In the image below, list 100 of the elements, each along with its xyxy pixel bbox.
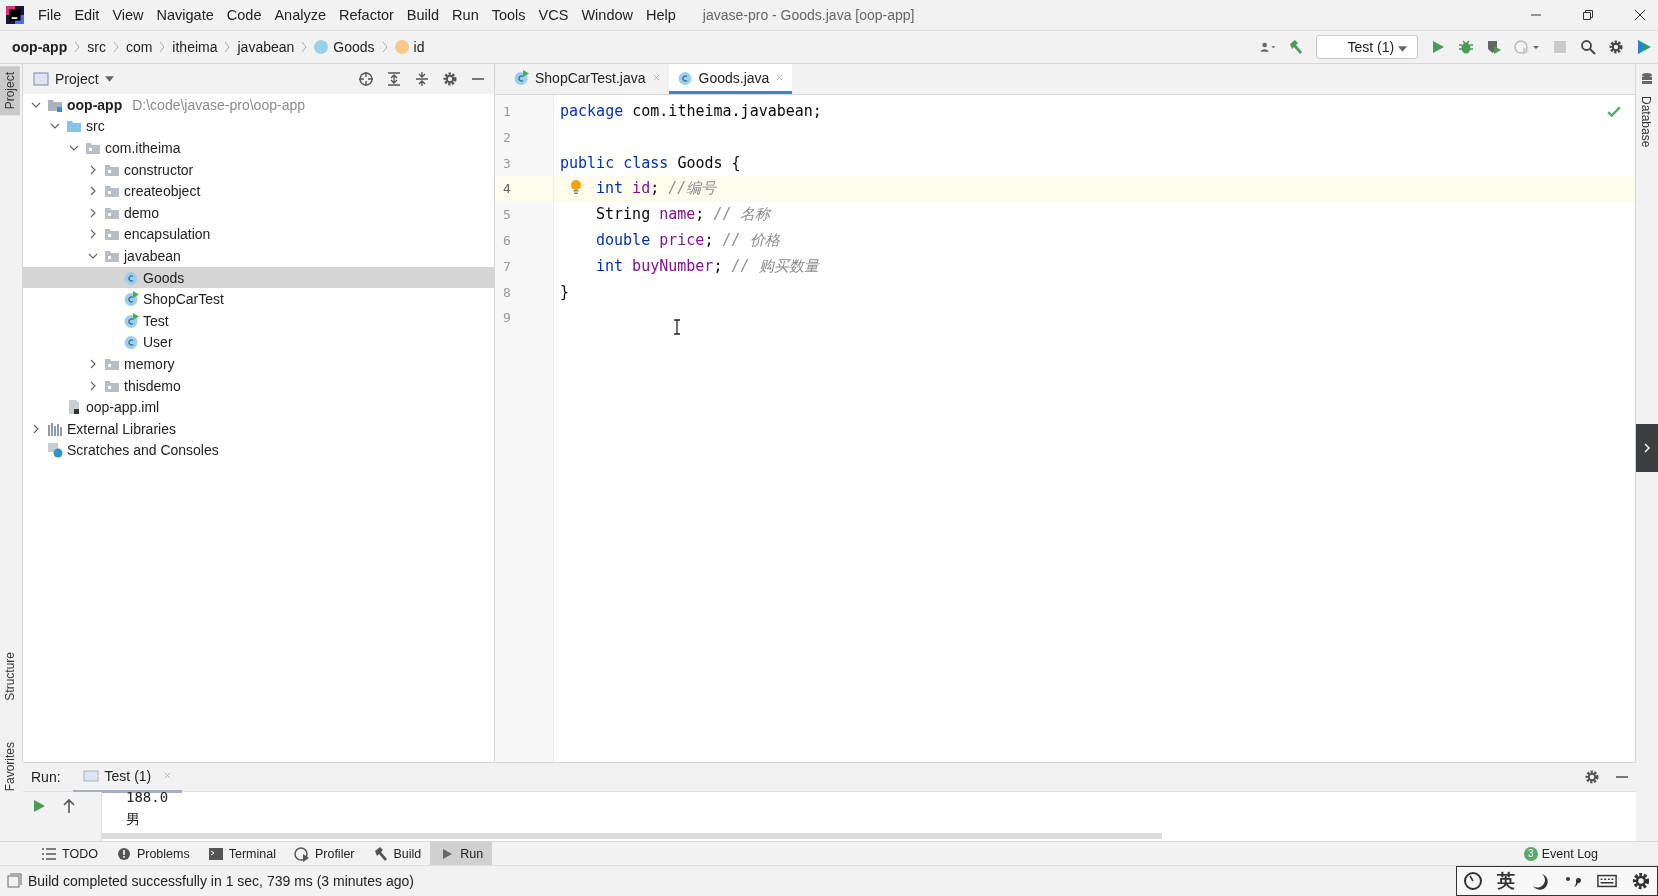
editor-tab[interactable]: ShopCarTest.java (505, 64, 669, 94)
settings-icon[interactable] (442, 71, 458, 87)
chevron-right-icon[interactable] (88, 380, 98, 391)
tool-window-tab[interactable]: Build (363, 842, 431, 865)
tree-item[interactable]: memory (23, 353, 494, 375)
settings-icon[interactable] (1631, 871, 1651, 891)
tree-item[interactable]: ShopCarTest (23, 288, 494, 310)
coverage-icon[interactable] (1486, 39, 1502, 55)
code-line: double price; // 价格 (596, 231, 780, 249)
hammer-icon (372, 845, 389, 862)
bug-icon[interactable] (1458, 39, 1474, 55)
side-tab[interactable]: Project (0, 66, 20, 116)
status-message: Build completed successfully in 1 sec, 739 ms (3 minutes ago) (28, 873, 414, 889)
scrollbar[interactable] (102, 833, 1162, 839)
breadcrumb-item[interactable]: id (413, 39, 425, 55)
tree-item[interactable]: Scratches and Consoles (23, 439, 494, 462)
menu-item[interactable]: VCS (538, 7, 569, 23)
restore-icon[interactable] (1582, 9, 1594, 21)
tree-item[interactable]: demo (23, 201, 494, 224)
breadcrumb-item[interactable]: com (125, 39, 153, 55)
code-line: public class Goods { (560, 153, 741, 172)
chevron-right-icon[interactable] (88, 186, 98, 197)
menu-item[interactable]: Code (226, 7, 262, 23)
tree-item[interactable]: com.itheima (23, 137, 494, 159)
menu-item[interactable]: Tools (491, 7, 526, 23)
menu-item[interactable]: Help (646, 7, 676, 23)
tree-item[interactable]: createobject (23, 180, 494, 202)
collapse-all-icon[interactable] (414, 71, 430, 87)
chevron-right-icon[interactable] (88, 164, 98, 175)
side-tab[interactable]: Structure (0, 646, 20, 707)
plugin-logo-icon[interactable] (1636, 39, 1652, 55)
tree-item-label: demo (124, 204, 160, 221)
chevron-right-icon (112, 41, 119, 53)
line-number: 3 (502, 154, 512, 173)
expand-all-icon[interactable] (386, 71, 402, 87)
expand-handle[interactable] (1636, 424, 1658, 472)
close-icon[interactable] (1634, 9, 1646, 21)
panel-title[interactable]: Project (55, 71, 99, 87)
chevron-right-icon[interactable] (88, 358, 98, 369)
tree-item[interactable]: Test (23, 309, 494, 332)
menu-item[interactable]: Edit (74, 7, 100, 23)
run-icon[interactable] (1430, 39, 1446, 55)
window-icon (82, 767, 99, 784)
gauge-icon[interactable] (1463, 871, 1483, 891)
line-number: 7 (502, 257, 512, 276)
rerun-icon[interactable] (31, 798, 47, 814)
side-tab[interactable]: Database (1636, 90, 1656, 154)
lightbulb-icon[interactable] (570, 179, 582, 196)
tool-window-tab[interactable]: Terminal (198, 842, 285, 865)
menu-item[interactable]: Run (452, 7, 479, 23)
tree-item-label: constructor (124, 161, 194, 178)
tool-window-tab[interactable]: Problems (106, 842, 199, 865)
tree-item[interactable]: javabean (23, 245, 494, 267)
editor-tab[interactable]: Goods.java (668, 64, 793, 94)
tree-item[interactable]: oop-app.iml (23, 396, 494, 418)
breadcrumb-item[interactable]: Goods (333, 39, 375, 55)
caret-icon[interactable] (104, 76, 114, 82)
menu-item[interactable]: Window (581, 7, 633, 23)
side-tab[interactable]: Favorites (0, 736, 20, 798)
tree-item[interactable]: Goods (23, 266, 494, 289)
terminal-icon (207, 845, 224, 862)
menu-item[interactable]: Analyze (274, 7, 327, 23)
tree-item[interactable]: constructor (23, 158, 494, 181)
tool-window-tab[interactable]: Profiler (284, 842, 364, 865)
menu-item[interactable]: Navigate (156, 7, 214, 23)
breadcrumb-item[interactable]: oop-app (12, 39, 68, 55)
tree-item[interactable]: encapsulation (23, 223, 494, 246)
up-arrow-icon[interactable] (61, 798, 77, 814)
tree-item-label: Scratches and Consoles (67, 442, 219, 459)
chevron-right-icon (301, 41, 308, 53)
code-line: package com.itheima.javabean; (560, 102, 822, 120)
menu-item[interactable]: File (38, 7, 62, 23)
tree-item-label: Test (143, 312, 169, 329)
menu-item[interactable]: Refactor (339, 7, 394, 23)
tree-item[interactable]: External Libraries (23, 417, 494, 440)
breadcrumb-item[interactable]: itheima (172, 39, 218, 55)
breadcrumb-item[interactable]: src (87, 39, 106, 55)
hammer-icon[interactable] (1288, 39, 1305, 55)
menu-item[interactable]: Build (406, 7, 440, 23)
tree-item[interactable]: thisdemo (23, 374, 494, 397)
menu-item[interactable]: View (112, 7, 144, 23)
tree-item-label: External Libraries (67, 420, 176, 437)
tree-item[interactable]: src (23, 115, 494, 138)
settings-icon[interactable] (1584, 769, 1600, 785)
tool-window-tab[interactable]: Run (430, 842, 493, 865)
search-icon[interactable] (1580, 39, 1596, 55)
input-mode-toggle[interactable]: 英 (1497, 869, 1515, 893)
chevron-right-icon[interactable] (88, 229, 98, 240)
locate-icon[interactable] (358, 71, 374, 87)
tree-item[interactable]: User (23, 331, 494, 354)
run-label: Run: (31, 769, 61, 785)
settings-icon[interactable] (1608, 39, 1624, 55)
tree-item[interactable]: oop-app D:\code\javase-pro\oop-app (23, 94, 494, 116)
tool-window-tab[interactable]: TODO (32, 842, 107, 865)
chevron-down-icon[interactable] (69, 143, 79, 153)
chevron-right-icon[interactable] (88, 207, 98, 218)
event-log-link[interactable]: Event Log (1541, 846, 1598, 861)
run-configuration-dropdown[interactable]: Test (1) (1316, 35, 1418, 59)
chevron-right-icon[interactable] (31, 423, 41, 434)
breadcrumb-item[interactable]: javabean (237, 39, 295, 55)
